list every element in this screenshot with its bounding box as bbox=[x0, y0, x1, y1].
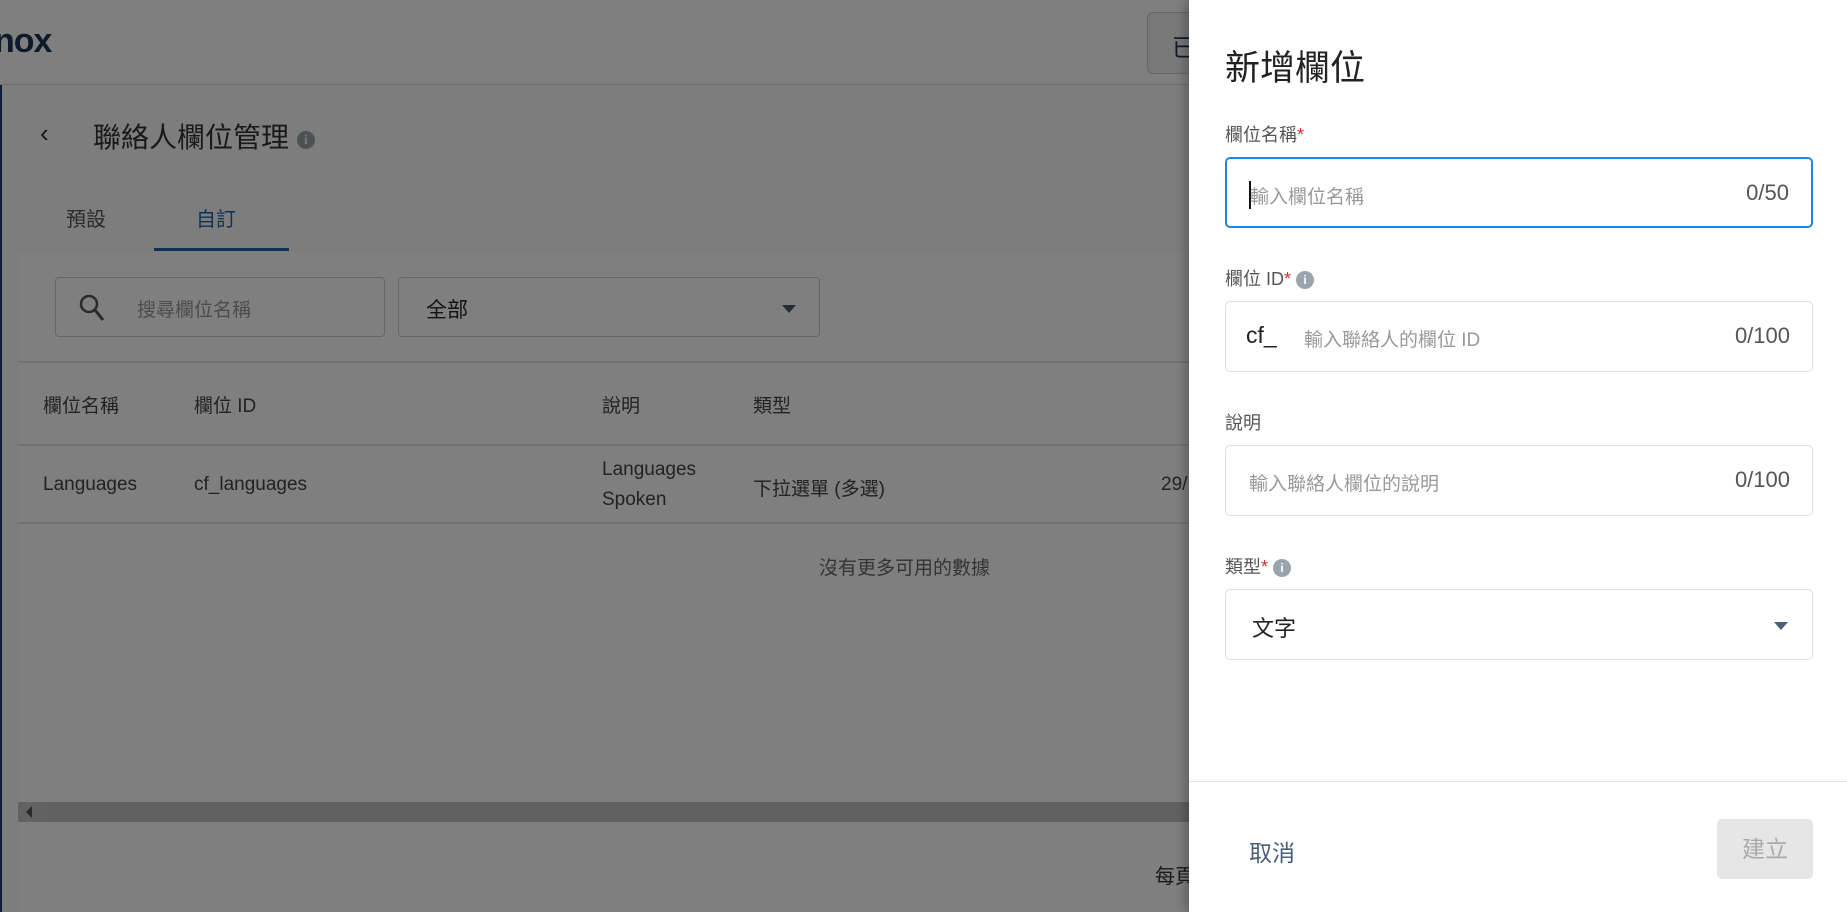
field-id-placeholder: 輸入聯絡人的欄位 ID bbox=[1304, 330, 1481, 351]
field-name-input[interactable]: 輸入欄位名稱 0/50 bbox=[1225, 157, 1813, 228]
chevron-down-icon bbox=[1774, 622, 1788, 630]
cancel-button[interactable]: 取消 bbox=[1249, 834, 1295, 868]
field-name-placeholder: 輸入欄位名稱 bbox=[1250, 187, 1365, 208]
create-button[interactable]: 建立 bbox=[1717, 819, 1813, 879]
field-name-label: 欄位名稱* bbox=[1225, 125, 1305, 145]
type-select-value: 文字 bbox=[1252, 616, 1297, 641]
field-id-counter: 0/100 bbox=[1734, 323, 1790, 348]
description-placeholder: 輸入聯絡人欄位的說明 bbox=[1249, 474, 1440, 495]
drawer-title: 新增欄位 bbox=[1225, 49, 1366, 88]
info-icon[interactable]: i bbox=[1273, 559, 1292, 578]
type-select[interactable]: 文字 bbox=[1225, 589, 1813, 660]
info-icon[interactable]: i bbox=[1296, 271, 1315, 290]
add-field-drawer: 新增欄位 欄位名稱* 輸入欄位名稱 0/50 欄位 ID* i cf_ 輸入聯絡… bbox=[1189, 0, 1847, 912]
type-label: 類型* i bbox=[1225, 553, 1292, 579]
field-name-counter: 0/50 bbox=[1746, 180, 1789, 205]
description-counter: 0/100 bbox=[1734, 467, 1790, 492]
footer-divider bbox=[1189, 781, 1847, 782]
field-id-prefix: cf_ bbox=[1246, 322, 1277, 348]
description-input[interactable]: 輸入聯絡人欄位的說明 0/100 bbox=[1225, 445, 1813, 516]
field-id-input[interactable]: cf_ 輸入聯絡人的欄位 ID 0/100 bbox=[1225, 301, 1813, 372]
field-id-label: 欄位 ID* i bbox=[1225, 265, 1315, 291]
description-label: 說明 bbox=[1225, 413, 1261, 433]
modal-backdrop[interactable] bbox=[0, 0, 1189, 912]
